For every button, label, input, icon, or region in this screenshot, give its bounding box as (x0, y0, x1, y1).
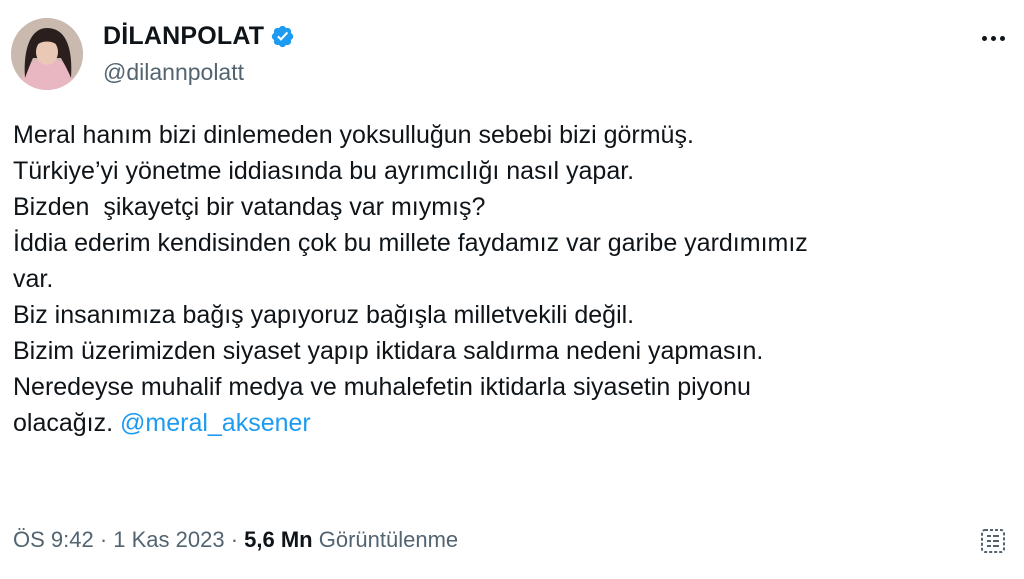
tweet-date[interactable]: 1 Kas 2023 (113, 527, 224, 553)
tweet-last-line: olacağız. @meral_aksener (13, 405, 1013, 441)
tweet-line: Bizden şikayetçi bir vatandaş var mıymış… (13, 193, 486, 221)
tweet-line: Meral hanım bizi dinlemeden yoksulluğun … (13, 121, 694, 149)
views-label: Görüntülenme (312, 527, 459, 552)
view-analytics-icon[interactable] (978, 525, 1010, 557)
more-dot (981, 35, 987, 41)
more-dot (990, 35, 996, 41)
tweet-last-line-text: olacağız. (13, 409, 121, 437)
tweet-time[interactable]: ÖS 9:42 (13, 527, 94, 553)
author-name-row: DİLANPOLAT (103, 22, 295, 51)
avatar[interactable] (11, 18, 83, 90)
meta-separator: · (224, 527, 245, 552)
tweet-line: Bizim üzerimizden siyaset yapıp iktidara… (13, 337, 764, 365)
avatar-image (11, 18, 83, 90)
more-options-icon[interactable] (976, 28, 1010, 48)
tweet-text: Meral hanım bizi dinlemeden yoksulluğun … (13, 117, 1013, 441)
mention-link[interactable]: @meral_aksener (120, 409, 311, 437)
tweet-line: var. (13, 265, 54, 293)
author-display-name[interactable]: DİLANPOLAT (103, 22, 264, 51)
tweet-line: Neredeyse muhalif medya ve muhalefetin i… (13, 373, 751, 401)
tweet-line: Biz insanımıza bağış yapıyoruz bağışla m… (13, 301, 635, 329)
tweet-meta: ÖS 9:42 · 1 Kas 2023 · 5,6 Mn Görüntülen… (13, 527, 458, 553)
author-handle[interactable]: @dilannpolatt (103, 59, 244, 86)
views-count: 5,6 Mn (244, 527, 313, 552)
tweet-line: İddia ederim kendisinden çok bu millete … (13, 229, 808, 257)
tweet-line: Türkiye’yi yönetme iddiasında bu ayrımcı… (13, 157, 635, 185)
verified-badge-icon[interactable] (270, 24, 295, 49)
more-dot (999, 35, 1005, 41)
meta-separator: · (93, 527, 114, 552)
